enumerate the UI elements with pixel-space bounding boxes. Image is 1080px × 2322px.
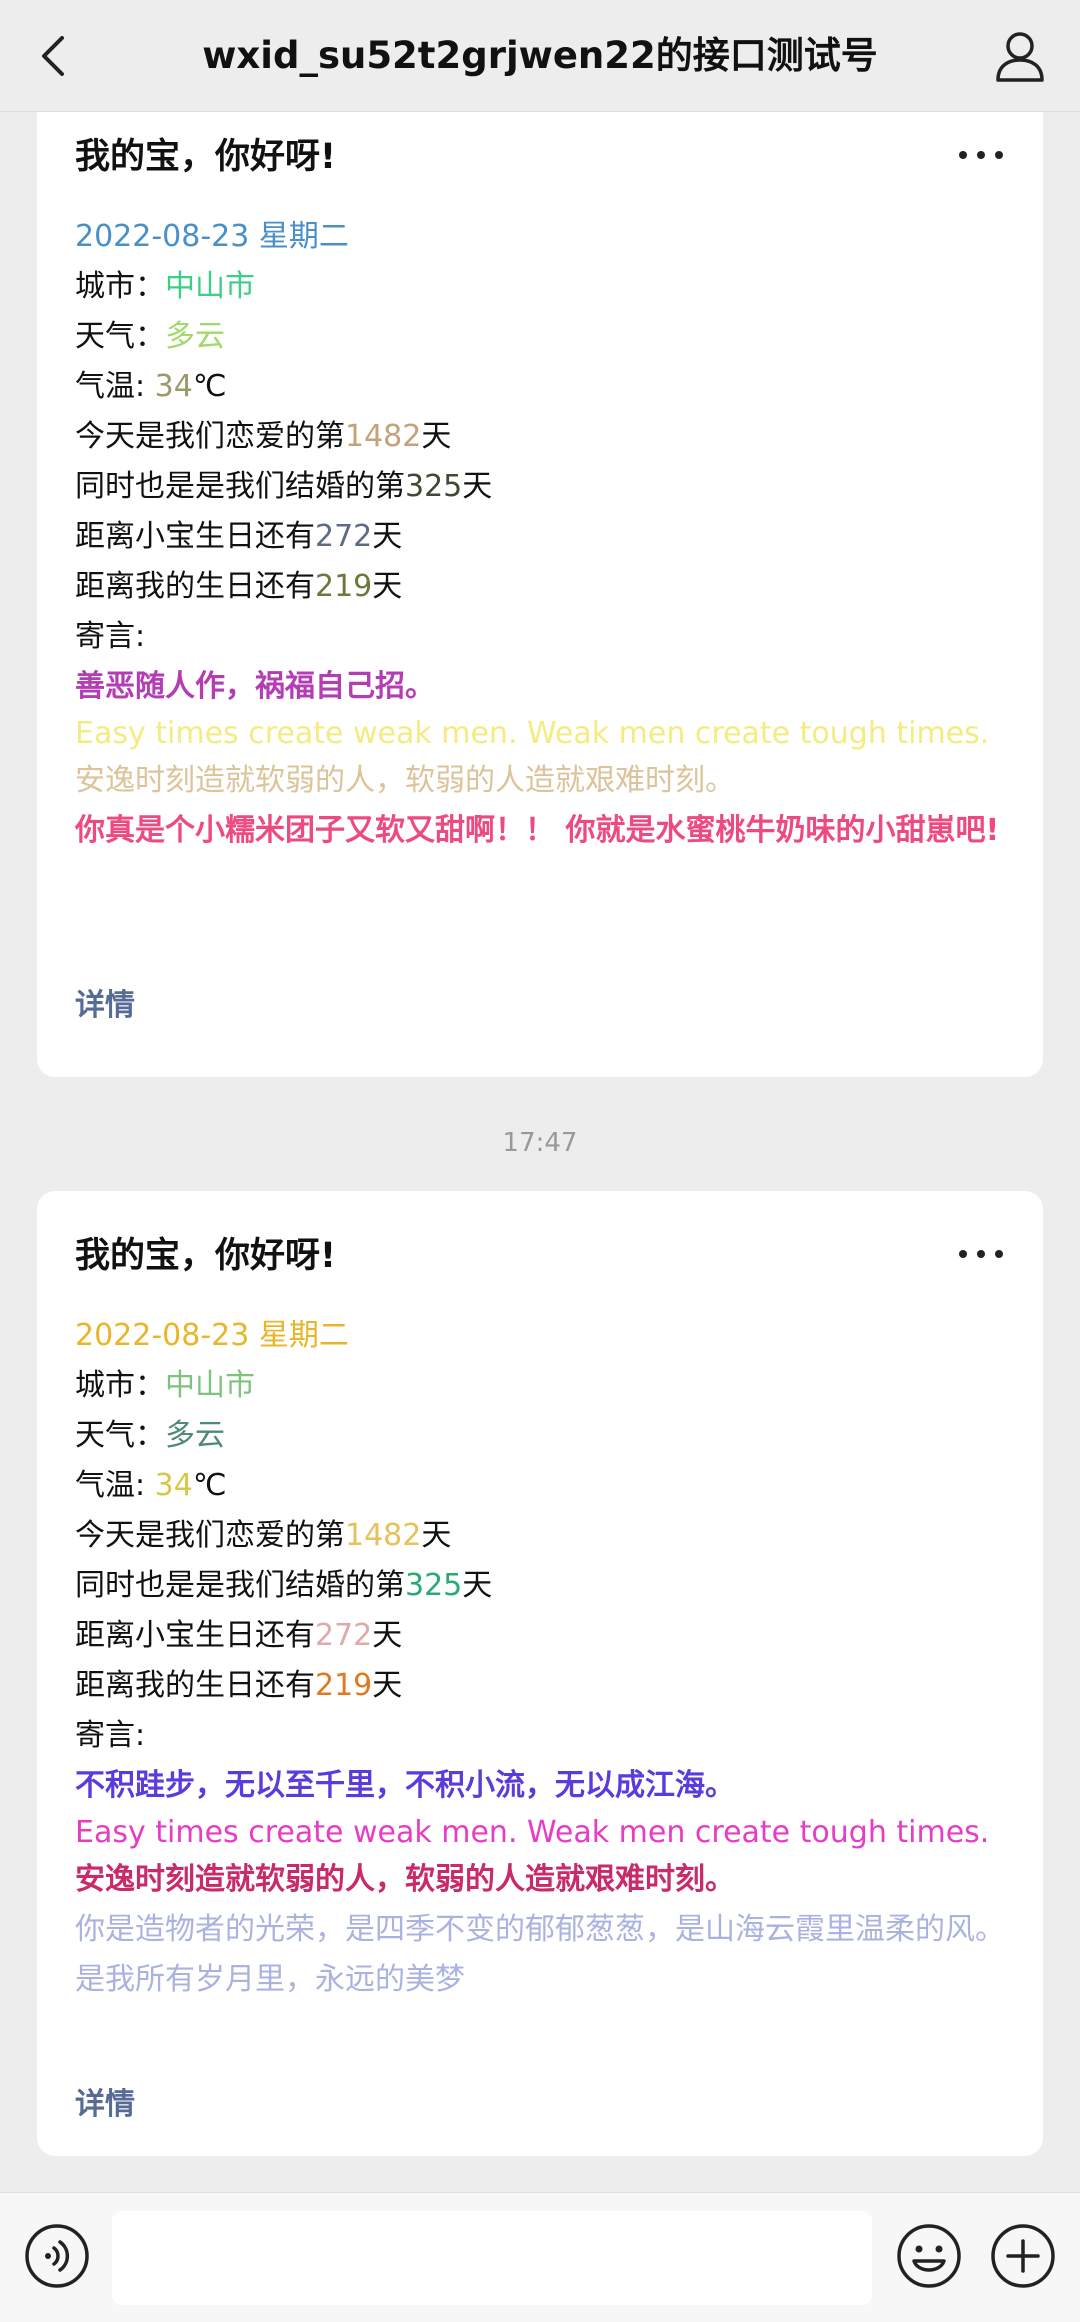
birthday1-line: 距离小宝生日还有272天 (75, 512, 1005, 562)
love-note: 你是造物者的光荣，是四季不变的郁郁葱葱，是山海云霞里温柔的风。是我所有岁月里，永… (75, 1912, 1005, 1997)
temperature-unit: ℃ (192, 369, 227, 404)
quote-text: 不积跬步，无以至千里，不积小流，无以成江海。 (75, 1768, 735, 1803)
top-bar: wxid_su52t2grjwen22的接口测试号 (0, 0, 1080, 112)
weather-label: 天气： (75, 1418, 165, 1453)
city-label: 城市： (75, 1368, 165, 1403)
love-note: 你真是个小糯米团子又软又甜啊！！ 你就是水蜜桃牛奶味的小甜崽吧! (75, 813, 1000, 848)
template-message-card[interactable]: 我的宝，你好呀! 2022-08-23 星期二 城市：中山市 天气：多云 气温:… (37, 112, 1043, 1077)
chat-title: wxid_su52t2grjwen22的接口测试号 (202, 34, 878, 77)
weather-value: 多云 (165, 1418, 225, 1453)
message-body: 2022-08-23 星期二 城市：中山市 天气：多云 气温: 34℃ 今天是我… (75, 1311, 1005, 2005)
temperature-value: 34 (154, 369, 193, 404)
english-quote: Easy times create weak men. Weak men cre… (75, 716, 990, 751)
love-days-prefix: 今天是我们恋爱的第 (75, 1518, 345, 1553)
day-suffix: 天 (372, 569, 403, 604)
weather-value: 多云 (165, 319, 225, 354)
marriage-days-prefix: 同时也是是我们结婚的第 (75, 469, 405, 504)
chat-feed[interactable]: 我的宝，你好呀! 2022-08-23 星期二 城市：中山市 天气：多云 气温:… (0, 112, 1080, 2192)
birthday1-value: 272 (315, 1618, 373, 1653)
birthday1-prefix: 距离小宝生日还有 (75, 519, 315, 554)
love-days-value: 1482 (345, 419, 422, 454)
birthday2-line: 距离我的生日还有219天 (75, 1661, 1005, 1711)
marriage-days-line: 同时也是是我们结婚的第325天 (75, 462, 1005, 512)
marriage-days-value: 325 (405, 469, 463, 504)
detail-link[interactable]: 详情 (75, 2079, 135, 2123)
chinese-quote: 安逸时刻造就软弱的人，软弱的人造就艰难时刻。 (75, 1862, 735, 1897)
temperature-value: 34 (154, 1468, 193, 1503)
date-line: 2022-08-23 星期二 (75, 1311, 1005, 1361)
more-options-icon[interactable] (957, 140, 1005, 170)
temperature-line: 气温: 34℃ (75, 1461, 1005, 1511)
city-line: 城市：中山市 (75, 262, 1005, 312)
emoji-icon[interactable] (896, 2223, 962, 2289)
birthday1-prefix: 距离小宝生日还有 (75, 1618, 315, 1653)
temperature-label: 气温: (75, 369, 155, 404)
day-suffix: 天 (372, 1618, 403, 1653)
love-days-value: 1482 (345, 1518, 422, 1553)
birthday1-value: 272 (315, 519, 373, 554)
marriage-days-value: 325 (405, 1568, 463, 1603)
city-value: 中山市 (165, 269, 255, 304)
day-suffix: 天 (372, 519, 403, 554)
quote-text: 善恶随人作，祸福自己招。 (75, 669, 435, 704)
message-timestamp: 17:47 (502, 1128, 578, 1158)
city-line: 城市：中山市 (75, 1361, 1005, 1411)
temperature-unit: ℃ (192, 1468, 227, 1503)
input-bar (0, 2192, 1080, 2322)
temperature-label: 气温: (75, 1468, 155, 1503)
weather-label: 天气： (75, 319, 165, 354)
birthday2-value: 219 (315, 1668, 373, 1703)
city-label: 城市： (75, 269, 165, 304)
template-message-card[interactable]: 我的宝，你好呀! 2022-08-23 星期二 城市：中山市 天气：多云 气温:… (37, 1191, 1043, 2156)
day-suffix: 天 (462, 1568, 493, 1603)
day-suffix: 天 (372, 1668, 403, 1703)
date-value: 2022-08-23 星期二 (75, 219, 349, 254)
english-quote: Easy times create weak men. Weak men cre… (75, 1815, 990, 1850)
detail-link[interactable]: 详情 (75, 980, 135, 1024)
birthday1-line: 距离小宝生日还有272天 (75, 1611, 1005, 1661)
date-line: 2022-08-23 星期二 (75, 212, 1005, 262)
message-input[interactable] (112, 2211, 872, 2305)
day-suffix: 天 (462, 469, 493, 504)
note-label: 寄言: (75, 1718, 146, 1753)
message-body: 2022-08-23 星期二 城市：中山市 天气：多云 气温: 34℃ 今天是我… (75, 212, 1005, 856)
birthday2-prefix: 距离我的生日还有 (75, 569, 315, 604)
weather-line: 天气：多云 (75, 312, 1005, 362)
back-arrow-icon[interactable] (28, 30, 80, 82)
birthday2-line: 距离我的生日还有219天 (75, 562, 1005, 612)
love-days-line: 今天是我们恋爱的第1482天 (75, 1511, 1005, 1561)
voice-input-icon[interactable] (24, 2223, 90, 2289)
city-value: 中山市 (165, 1368, 255, 1403)
note-label: 寄言: (75, 619, 146, 654)
plus-icon[interactable] (990, 2223, 1056, 2289)
birthday2-prefix: 距离我的生日还有 (75, 1668, 315, 1703)
chinese-quote: 安逸时刻造就软弱的人，软弱的人造就艰难时刻。 (75, 763, 735, 798)
weather-line: 天气：多云 (75, 1411, 1005, 1461)
day-suffix: 天 (421, 419, 452, 454)
marriage-days-prefix: 同时也是是我们结婚的第 (75, 1568, 405, 1603)
profile-icon[interactable] (990, 26, 1050, 86)
day-suffix: 天 (421, 1518, 452, 1553)
message-title: 我的宝，你好呀! (75, 137, 336, 177)
marriage-days-line: 同时也是是我们结婚的第325天 (75, 1561, 1005, 1611)
love-days-prefix: 今天是我们恋爱的第 (75, 419, 345, 454)
temperature-line: 气温: 34℃ (75, 362, 1005, 412)
birthday2-value: 219 (315, 569, 373, 604)
date-value: 2022-08-23 星期二 (75, 1318, 349, 1353)
more-options-icon[interactable] (957, 1239, 1005, 1269)
message-title: 我的宝，你好呀! (75, 1236, 336, 1276)
love-days-line: 今天是我们恋爱的第1482天 (75, 412, 1005, 462)
